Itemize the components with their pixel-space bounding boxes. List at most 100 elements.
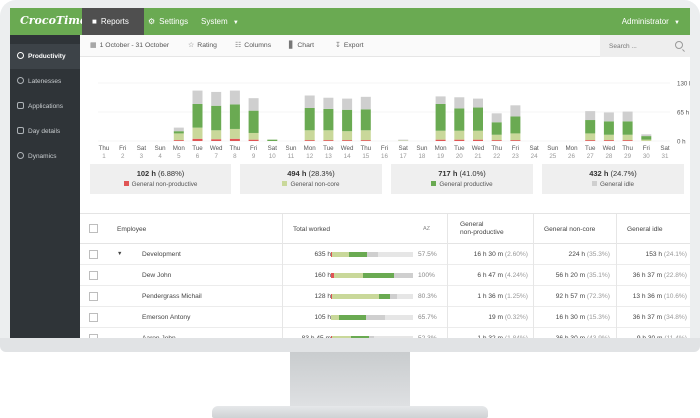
sidebar-item-day-details[interactable]: Day details [10, 119, 80, 144]
row-checkbox[interactable] [89, 271, 98, 280]
chart-button[interactable]: ▋ Chart [289, 35, 314, 57]
column-divider [533, 265, 534, 286]
col-noncore[interactable]: General non-core [544, 214, 595, 245]
column-divider [282, 265, 283, 286]
chart-bar-segment [473, 107, 483, 131]
chart-bar-segment [248, 132, 259, 140]
x-axis-date-label: 16 [381, 153, 388, 160]
calendar-icon [17, 127, 24, 134]
productivity-chart: 130 h65 h0 hThu1Fri2Sat3Sun4Mon5Tue6Wed7… [98, 81, 690, 160]
table-row[interactable]: Dew John 160 h 100% 6 h 47 m (4.24%) 56 h 20… [80, 265, 690, 286]
column-divider [282, 328, 283, 338]
employee-name[interactable]: Development [142, 244, 181, 265]
employee-name[interactable]: Aaron John [142, 328, 176, 338]
sidebar-item-label: Day details [28, 128, 61, 135]
chart-label: Chart [297, 42, 315, 49]
chart-bar-segment [211, 130, 222, 140]
rating-button[interactable]: ☆ Rating [188, 35, 217, 57]
column-divider [616, 265, 617, 286]
idle-value: 36 h 37 m (34.8%) [632, 314, 687, 321]
row-checkbox[interactable] [89, 334, 98, 338]
total-worked-pct: 52.3% [418, 328, 437, 338]
columns-button[interactable]: ☷ Columns [235, 35, 271, 57]
x-axis-day-label: Mon [173, 145, 186, 152]
employee-name[interactable]: Pendergrass Michail [142, 286, 202, 307]
nav-reports-label: Reports [100, 17, 129, 26]
nav-settings[interactable]: ⚙ Settings [138, 8, 198, 35]
user-icon: ■ [92, 17, 97, 26]
chart-bar-segment [342, 131, 353, 141]
chart-bar-segment [229, 104, 240, 129]
nav-system[interactable]: System ▼ [191, 8, 249, 35]
x-axis-date-label: 20 [456, 153, 463, 160]
column-divider [533, 328, 534, 338]
progress-segment-productive [363, 273, 395, 278]
x-axis-date-label: 26 [568, 153, 575, 160]
export-label: Export [343, 42, 364, 49]
row-checkbox[interactable] [89, 313, 98, 322]
table-row[interactable]: Aaron John 83 h 45 m 52.3% 1 h 32 m (1.84%)… [80, 328, 690, 338]
column-divider [533, 214, 534, 245]
column-divider [447, 244, 448, 265]
sidebar-item-dynamics[interactable]: Dynamics [10, 144, 80, 169]
col-employee[interactable]: Employee [117, 214, 146, 245]
x-axis-day-label: Mon [435, 145, 448, 152]
progress-segment-productive [379, 294, 390, 299]
chart-bar-segment [173, 133, 184, 141]
chart-bar-segment [304, 140, 315, 141]
x-axis-date-label: 22 [493, 153, 500, 160]
column-divider [282, 286, 283, 307]
chart-bar-segment [454, 108, 465, 131]
x-axis-date-label: 30 [643, 153, 650, 160]
chart-bar-segment [454, 130, 465, 140]
monitor-chin [0, 338, 700, 352]
column-divider [282, 214, 283, 245]
nonproductive-value: 1 h 36 m (1.25%) [477, 293, 528, 300]
row-checkbox[interactable] [89, 250, 98, 259]
nav-reports[interactable]: ■ Reports [82, 8, 144, 35]
x-axis-date-label: 29 [624, 153, 631, 160]
download-icon: ↧ [335, 42, 341, 49]
user-name: Administrator [621, 17, 669, 26]
chart-bar-segment [267, 139, 278, 141]
export-button[interactable]: ↧ Export [335, 35, 364, 57]
x-axis-day-label: Fri [119, 145, 126, 152]
table-row[interactable]: Emerson Antony 105 h 65.7% 19 m (0.32%) 16 h… [80, 307, 690, 328]
sidebar-item-latenesses[interactable]: Latenesses [10, 69, 80, 94]
x-axis-date-label: 15 [362, 153, 369, 160]
app-logo[interactable]: CrocoTime [20, 14, 87, 27]
sidebar-item-applications[interactable]: Applications [10, 94, 80, 119]
chart-bar-segment [323, 130, 334, 141]
summary-idle: 432 h (24.7%) General idle [542, 164, 684, 194]
total-worked-pct: 80.3% [418, 293, 437, 300]
caret-down-icon[interactable]: ▼ [117, 244, 122, 265]
nav-settings-label: Settings [159, 17, 189, 26]
table-header: Employee Total worked AZ General non-pro… [80, 213, 690, 245]
chart-bar-segment [192, 90, 203, 104]
progress-segment-idle [389, 294, 397, 299]
employee-name[interactable]: Dew John [142, 265, 171, 286]
select-all-checkbox[interactable] [89, 224, 98, 233]
clock-icon [17, 152, 24, 159]
sidebar-item-productivity[interactable]: Productivity [10, 44, 80, 69]
summary-label: General idle [542, 181, 684, 188]
table-row[interactable]: Pendergrass Michail 128 h 80.3% 1 h 36 m (1… [80, 286, 690, 307]
col-idle[interactable]: General idle [627, 214, 663, 245]
column-divider [533, 286, 534, 307]
user-menu[interactable]: Administrator ▼ [622, 8, 680, 37]
date-range-picker[interactable]: ▦ 1 October - 31 October [90, 35, 169, 57]
sort-az-icon[interactable]: AZ [423, 214, 430, 245]
group-row[interactable]: ▼ Development 635 h 57.5% 16 h 30 m (2.60%) 2… [80, 244, 690, 265]
x-axis-day-label: Thu [230, 145, 241, 152]
chart-bar-segment [435, 103, 446, 131]
chart-bar-segment [360, 109, 371, 131]
x-axis-day-label: Sun [547, 145, 559, 152]
col-total-worked[interactable]: Total worked [293, 214, 330, 245]
employee-name[interactable]: Emerson Antony [142, 307, 190, 328]
progress-segment-idle [366, 315, 385, 320]
search-icon[interactable] [675, 41, 683, 49]
row-checkbox[interactable] [89, 292, 98, 301]
x-axis-day-label: Sun [416, 145, 428, 152]
chart-bar-segment [360, 130, 371, 141]
x-axis-day-label: Fri [250, 145, 257, 152]
